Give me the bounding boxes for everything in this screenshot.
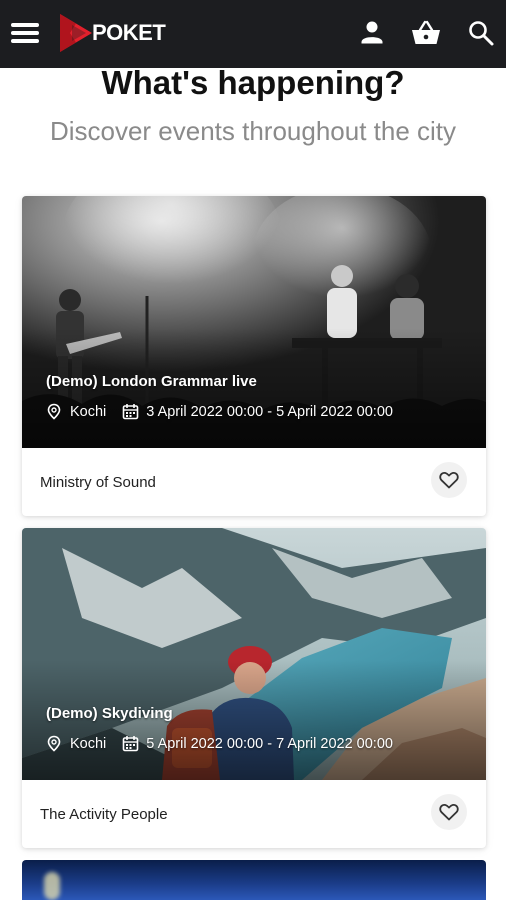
event-meta: Kochi 5 April 2022 00:00 - 7 April 2022 … (46, 735, 393, 752)
poket-logo[interactable]: POKET (56, 10, 166, 56)
event-image[interactable]: (Demo) London Grammar live Kochi 3 April… (22, 196, 486, 448)
event-dates: 3 April 2022 00:00 - 5 April 2022 00:00 (146, 403, 393, 420)
event-title[interactable]: (Demo) Skydiving (46, 705, 173, 722)
event-card[interactable]: (Demo) Skydiving Kochi 5 April 2022 00:0… (22, 528, 486, 848)
calendar-icon (122, 735, 139, 752)
basket-icon[interactable] (410, 18, 440, 48)
menu-icon[interactable] (11, 22, 41, 46)
page-subtitle: Discover events throughout the city (49, 116, 457, 146)
event-meta: Kochi 3 April 2022 00:00 - 5 April 2022 … (46, 403, 393, 420)
event-card-partial[interactable] (22, 860, 486, 900)
event-organizer[interactable]: Ministry of Sound (40, 474, 156, 491)
event-location: Kochi (70, 403, 107, 420)
event-image (44, 872, 60, 900)
event-card-footer: Ministry of Sound (22, 448, 486, 516)
location-pin-icon (46, 403, 62, 420)
event-title[interactable]: (Demo) London Grammar live (46, 373, 257, 390)
favorite-button[interactable] (431, 794, 467, 830)
event-location: Kochi (70, 735, 107, 752)
heart-icon (439, 803, 459, 821)
top-app-bar: POKET (0, 0, 506, 68)
event-card-footer: The Activity People (22, 780, 486, 848)
brand-name: POKET (92, 20, 166, 45)
user-icon[interactable] (357, 18, 387, 48)
event-dates: 5 April 2022 00:00 - 7 April 2022 00:00 (146, 735, 393, 752)
search-icon[interactable] (466, 18, 496, 48)
event-card[interactable]: (Demo) London Grammar live Kochi 3 April… (22, 196, 486, 516)
heart-icon (439, 471, 459, 489)
play-logo-icon (60, 14, 92, 52)
location-pin-icon (46, 735, 62, 752)
event-image[interactable]: (Demo) Skydiving Kochi 5 April 2022 00:0… (22, 528, 486, 780)
favorite-button[interactable] (431, 462, 467, 498)
event-organizer[interactable]: The Activity People (40, 806, 168, 823)
page-title: What's happening? (101, 64, 405, 101)
calendar-icon (122, 403, 139, 420)
